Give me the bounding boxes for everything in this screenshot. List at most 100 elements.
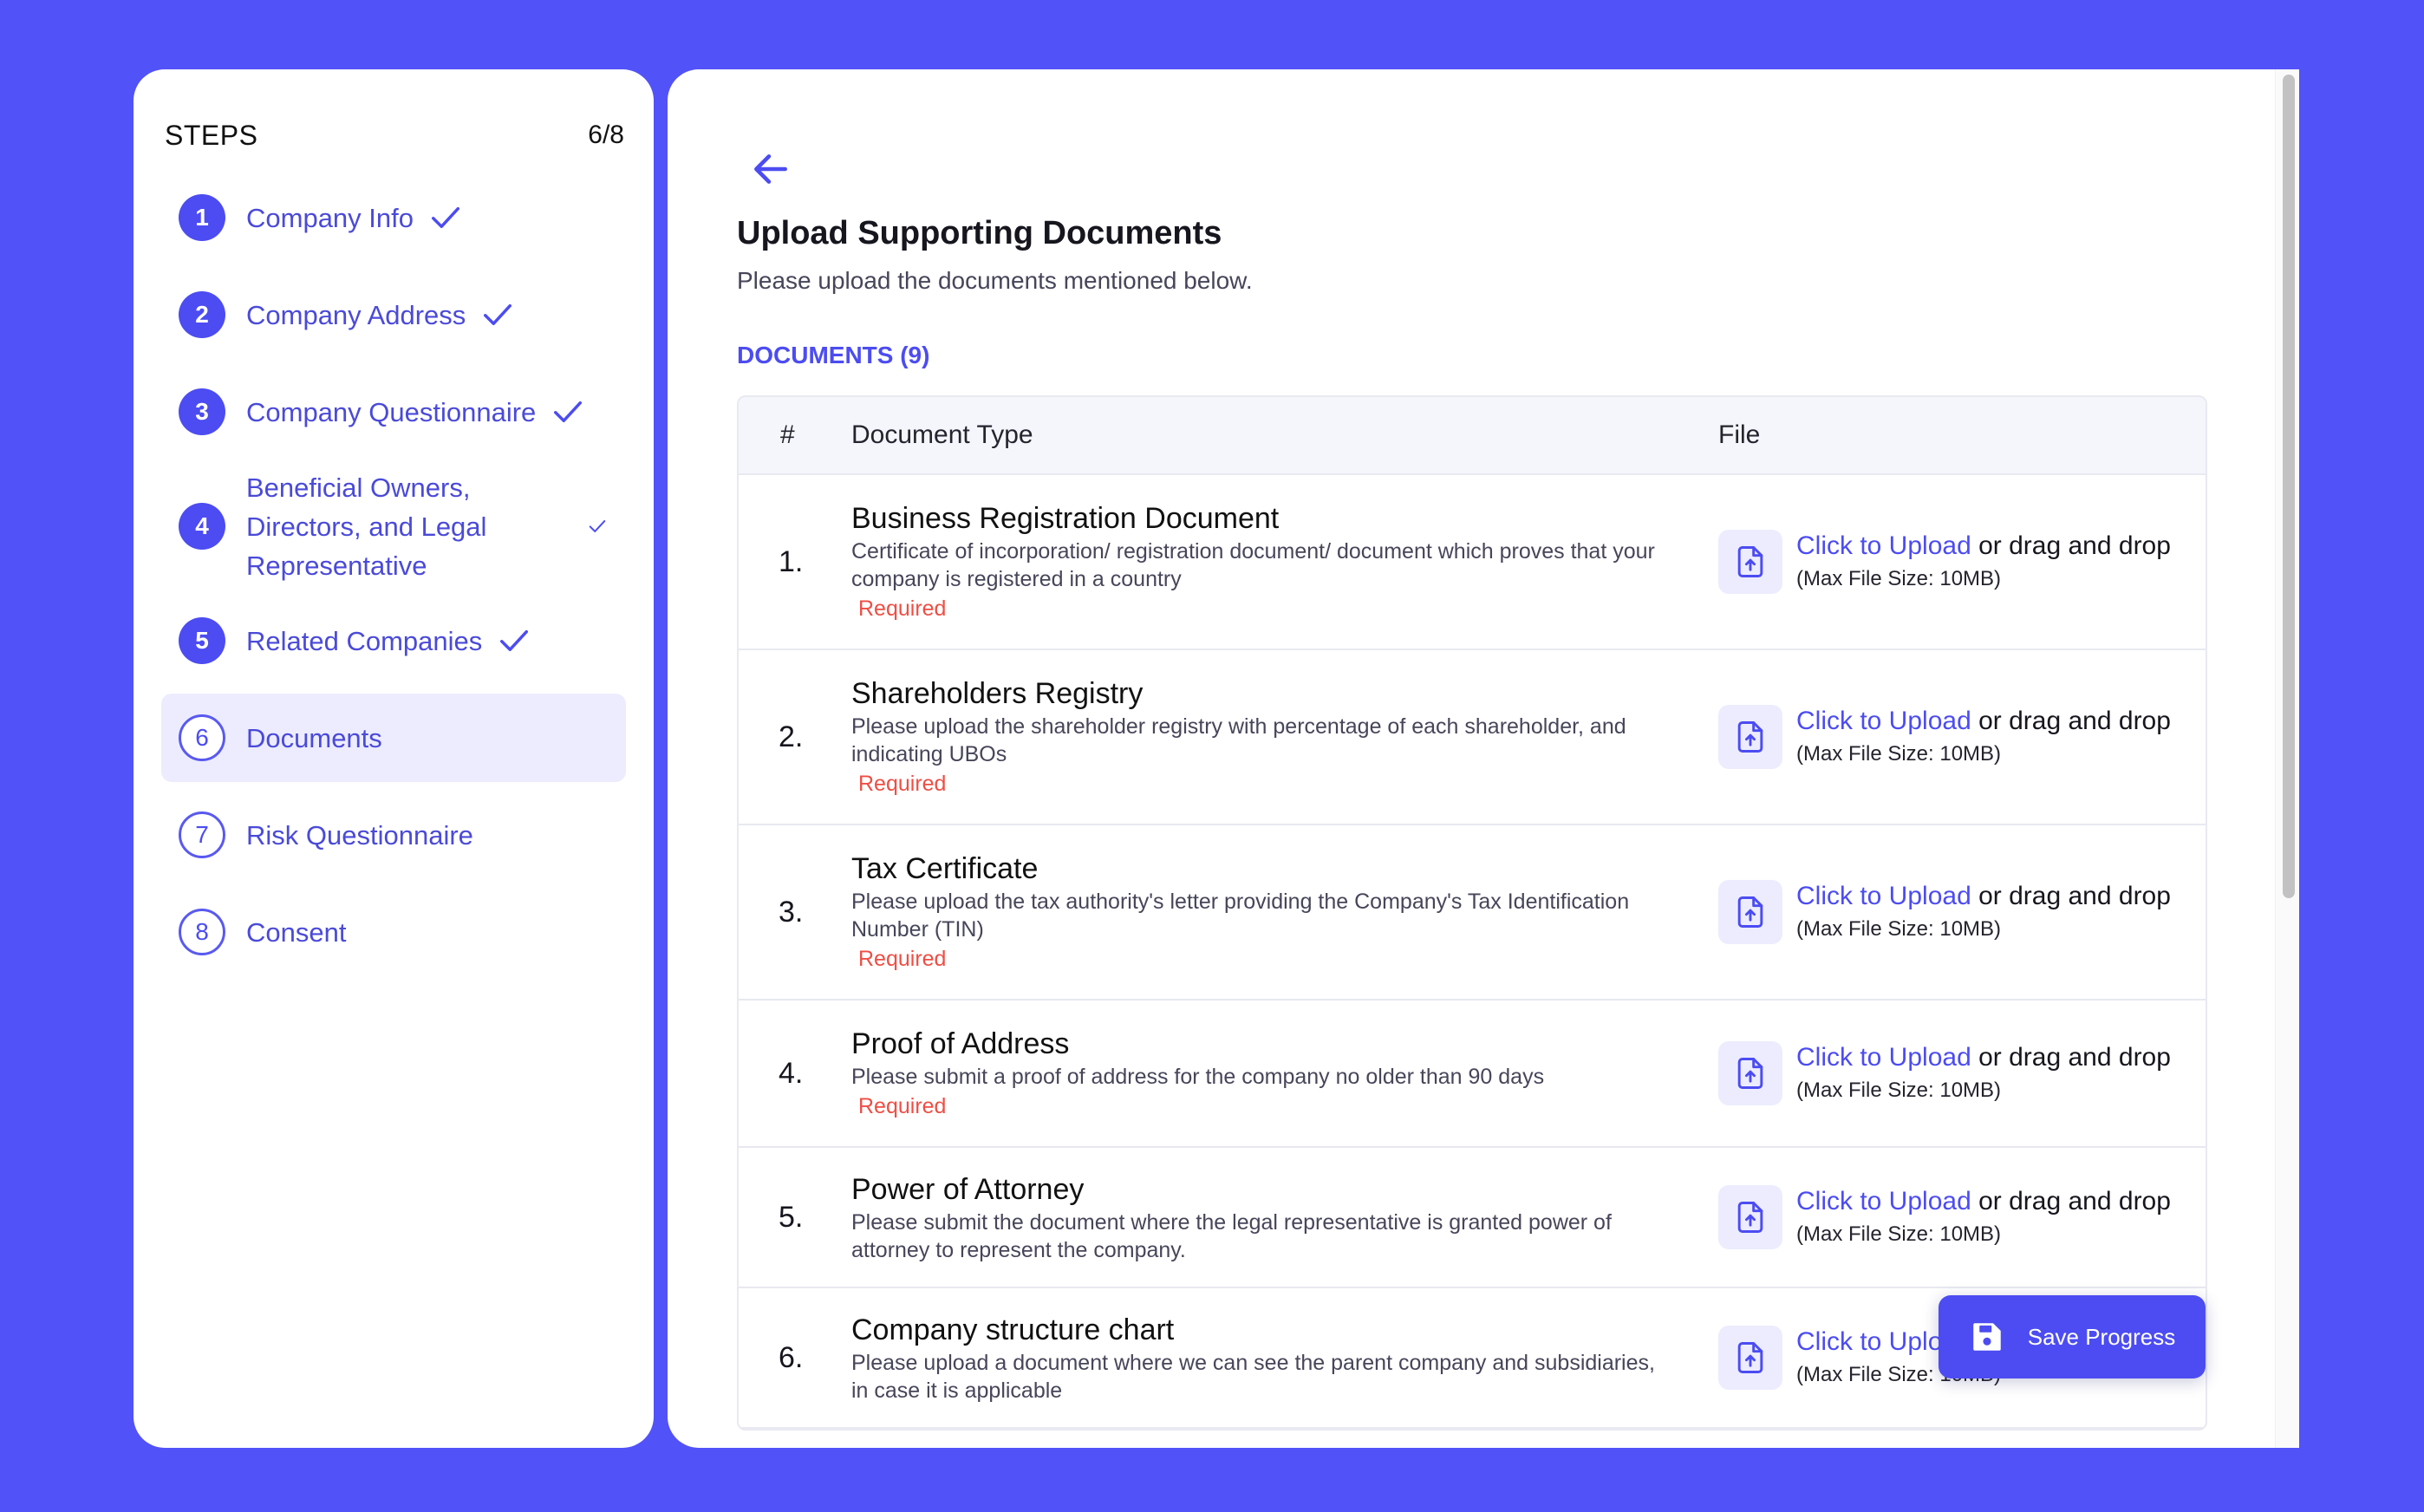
click-to-upload-link[interactable]: Click to Upload [1796, 1187, 1971, 1215]
step-item-1[interactable]: 1 Company Info [161, 173, 626, 262]
table-row: 4. Proof of Address Please submit a proof … [739, 1000, 2206, 1148]
required-badge: Required [858, 1094, 947, 1118]
steps-sidebar: STEPS 6/8 1 Company Info 2 Company Address 3… [134, 69, 654, 1448]
checkmark-icon [432, 206, 459, 229]
document-description: Please upload the tax authority's letter… [851, 890, 1630, 942]
click-to-upload-link[interactable]: Click to Upload [1796, 707, 1971, 735]
document-description: Please submit the document where the leg… [851, 1210, 1612, 1262]
step-item-7[interactable]: 7 Risk Questionnaire [161, 791, 626, 879]
document-description: Certificate of incorporation/ registrati… [851, 539, 1655, 591]
upload-text: Click to Upload or drag and drop (Max Fil… [1796, 529, 2171, 595]
document-description: Please submit a proof of address for the… [851, 1065, 1545, 1089]
step-number-badge: 5 [179, 617, 225, 664]
table-row: 2. Shareholders Registry Please upload the… [739, 650, 2206, 825]
save-progress-label: Save Progress [2027, 1323, 2176, 1350]
row-number: 4. [779, 1056, 804, 1090]
max-file-size: (Max File Size: 10MB) [1796, 917, 2002, 941]
back-button[interactable] [749, 147, 792, 191]
column-header-file: File [1718, 420, 1761, 449]
page-title: Upload Supporting Documents [737, 215, 1222, 251]
row-number: 5. [779, 1200, 804, 1234]
file-upload-icon[interactable] [1718, 705, 1782, 769]
step-number-badge: 4 [179, 503, 225, 550]
drag-and-drop-text: or drag and drop [1971, 707, 2171, 735]
click-to-upload-link[interactable]: Click to Upload [1796, 882, 1971, 910]
step-number-badge: 1 [179, 194, 225, 241]
document-info: Shareholders Registry Please upload the s… [851, 675, 1718, 799]
column-header-number: # [780, 420, 795, 449]
drag-and-drop-text: or drag and drop [1971, 1043, 2171, 1072]
file-upload-icon[interactable] [1718, 1185, 1782, 1249]
step-label: Company Questionnaire [246, 396, 537, 427]
main-panel: Upload Supporting Documents Please uploa… [668, 69, 2299, 1448]
save-progress-button[interactable]: Save Progress [1939, 1295, 2206, 1378]
step-item-3[interactable]: 3 Company Questionnaire [161, 368, 626, 456]
step-complete-check [588, 517, 607, 536]
upload-dropzone[interactable]: Click to Upload or drag and drop (Max Fil… [1718, 1040, 2206, 1106]
app-root: STEPS 6/8 1 Company Info 2 Company Address 3… [0, 0, 2424, 1512]
row-number: 2. [779, 720, 804, 753]
table-header: # Document Type File [739, 397, 2206, 475]
upload-dropzone[interactable]: Click to Upload or drag and drop (Max Fil… [1718, 1184, 2206, 1250]
step-label: Risk Questionnaire [246, 819, 473, 850]
step-item-4[interactable]: 4 Beneficial Owners, Directors, and Legal… [161, 465, 626, 588]
step-item-6[interactable]: 6 Documents [161, 694, 626, 782]
upload-dropzone[interactable]: Click to Upload or drag and drop (Max Fil… [1718, 529, 2206, 595]
documents-heading: DOCUMENTS (9) [737, 342, 930, 368]
document-info: Business Registration Document Certificat… [851, 499, 1718, 624]
step-label: Company Info [246, 202, 414, 233]
max-file-size: (Max File Size: 10MB) [1796, 1222, 2002, 1246]
step-complete-check [429, 201, 462, 234]
scrollbar-thumb[interactable] [2283, 75, 2295, 898]
table-row: 1. Business Registration Document Certific… [739, 475, 2206, 650]
step-number-badge: 2 [179, 291, 225, 338]
click-to-upload-link[interactable]: Click to Upload [1796, 531, 1971, 560]
upload-dropzone[interactable]: Click to Upload or drag and drop (Max Fil… [1718, 879, 2206, 945]
step-list: 1 Company Info 2 Company Address 3 Company Qu… [161, 173, 626, 976]
file-upload-icon[interactable] [1718, 1326, 1782, 1390]
max-file-size: (Max File Size: 10MB) [1796, 567, 2002, 590]
document-name: Proof of Address [851, 1027, 1070, 1060]
click-to-upload-link[interactable]: Click to Upload [1796, 1043, 1971, 1072]
scrollbar[interactable] [2275, 69, 2299, 1448]
table-row: 5. Power of Attorney Please submit the doc… [739, 1148, 2206, 1288]
checkmark-icon [500, 629, 529, 652]
step-label: Beneficial Owners, Directors, and Legal … [246, 472, 487, 581]
upload-dropzone[interactable]: Click to Upload or drag and drop (Max Fil… [1718, 704, 2206, 770]
page-subtitle: Please upload the documents mentioned be… [737, 267, 1253, 294]
step-label: Documents [246, 722, 382, 753]
required-badge: Required [858, 596, 947, 621]
document-info: Power of Attorney Please submit the docum… [851, 1170, 1718, 1264]
row-number: 6. [779, 1340, 804, 1374]
document-name: Power of Attorney [851, 1173, 1085, 1206]
steps-title: STEPS [165, 119, 258, 151]
row-number: 3. [779, 895, 804, 929]
checkmark-icon [589, 520, 606, 532]
file-upload-icon[interactable] [1718, 880, 1782, 944]
steps-progress: 6/8 [588, 121, 624, 149]
step-item-8[interactable]: 8 Consent [161, 888, 626, 976]
required-badge: Required [858, 772, 947, 796]
document-info: Tax Certificate Please upload the tax aut… [851, 850, 1718, 974]
step-label: Related Companies [246, 625, 483, 656]
step-number-badge: 8 [179, 909, 225, 955]
upload-text: Click to Upload or drag and drop (Max Fil… [1796, 1184, 2171, 1250]
step-complete-check [551, 395, 584, 428]
max-file-size: (Max File Size: 10MB) [1796, 742, 2002, 766]
row-number: 1. [779, 544, 804, 578]
step-item-2[interactable]: 2 Company Address [161, 270, 626, 359]
document-description: Please upload the shareholder registry w… [851, 714, 1626, 766]
document-name: Business Registration Document [851, 502, 1280, 535]
step-label: Company Address [246, 299, 466, 330]
step-number-badge: 6 [179, 714, 225, 761]
file-upload-icon[interactable] [1718, 1041, 1782, 1105]
document-name: Shareholders Registry [851, 677, 1144, 710]
steps-header: STEPS 6/8 [161, 114, 626, 156]
save-icon [1972, 1323, 2001, 1351]
file-upload-icon[interactable] [1718, 530, 1782, 594]
document-description: Please upload a document where we can se… [851, 1351, 1655, 1403]
checkmark-icon [554, 401, 583, 423]
step-item-5[interactable]: 5 Related Companies [161, 596, 626, 685]
document-name: Company structure chart [851, 1313, 1175, 1346]
drag-and-drop-text: or drag and drop [1971, 531, 2171, 560]
